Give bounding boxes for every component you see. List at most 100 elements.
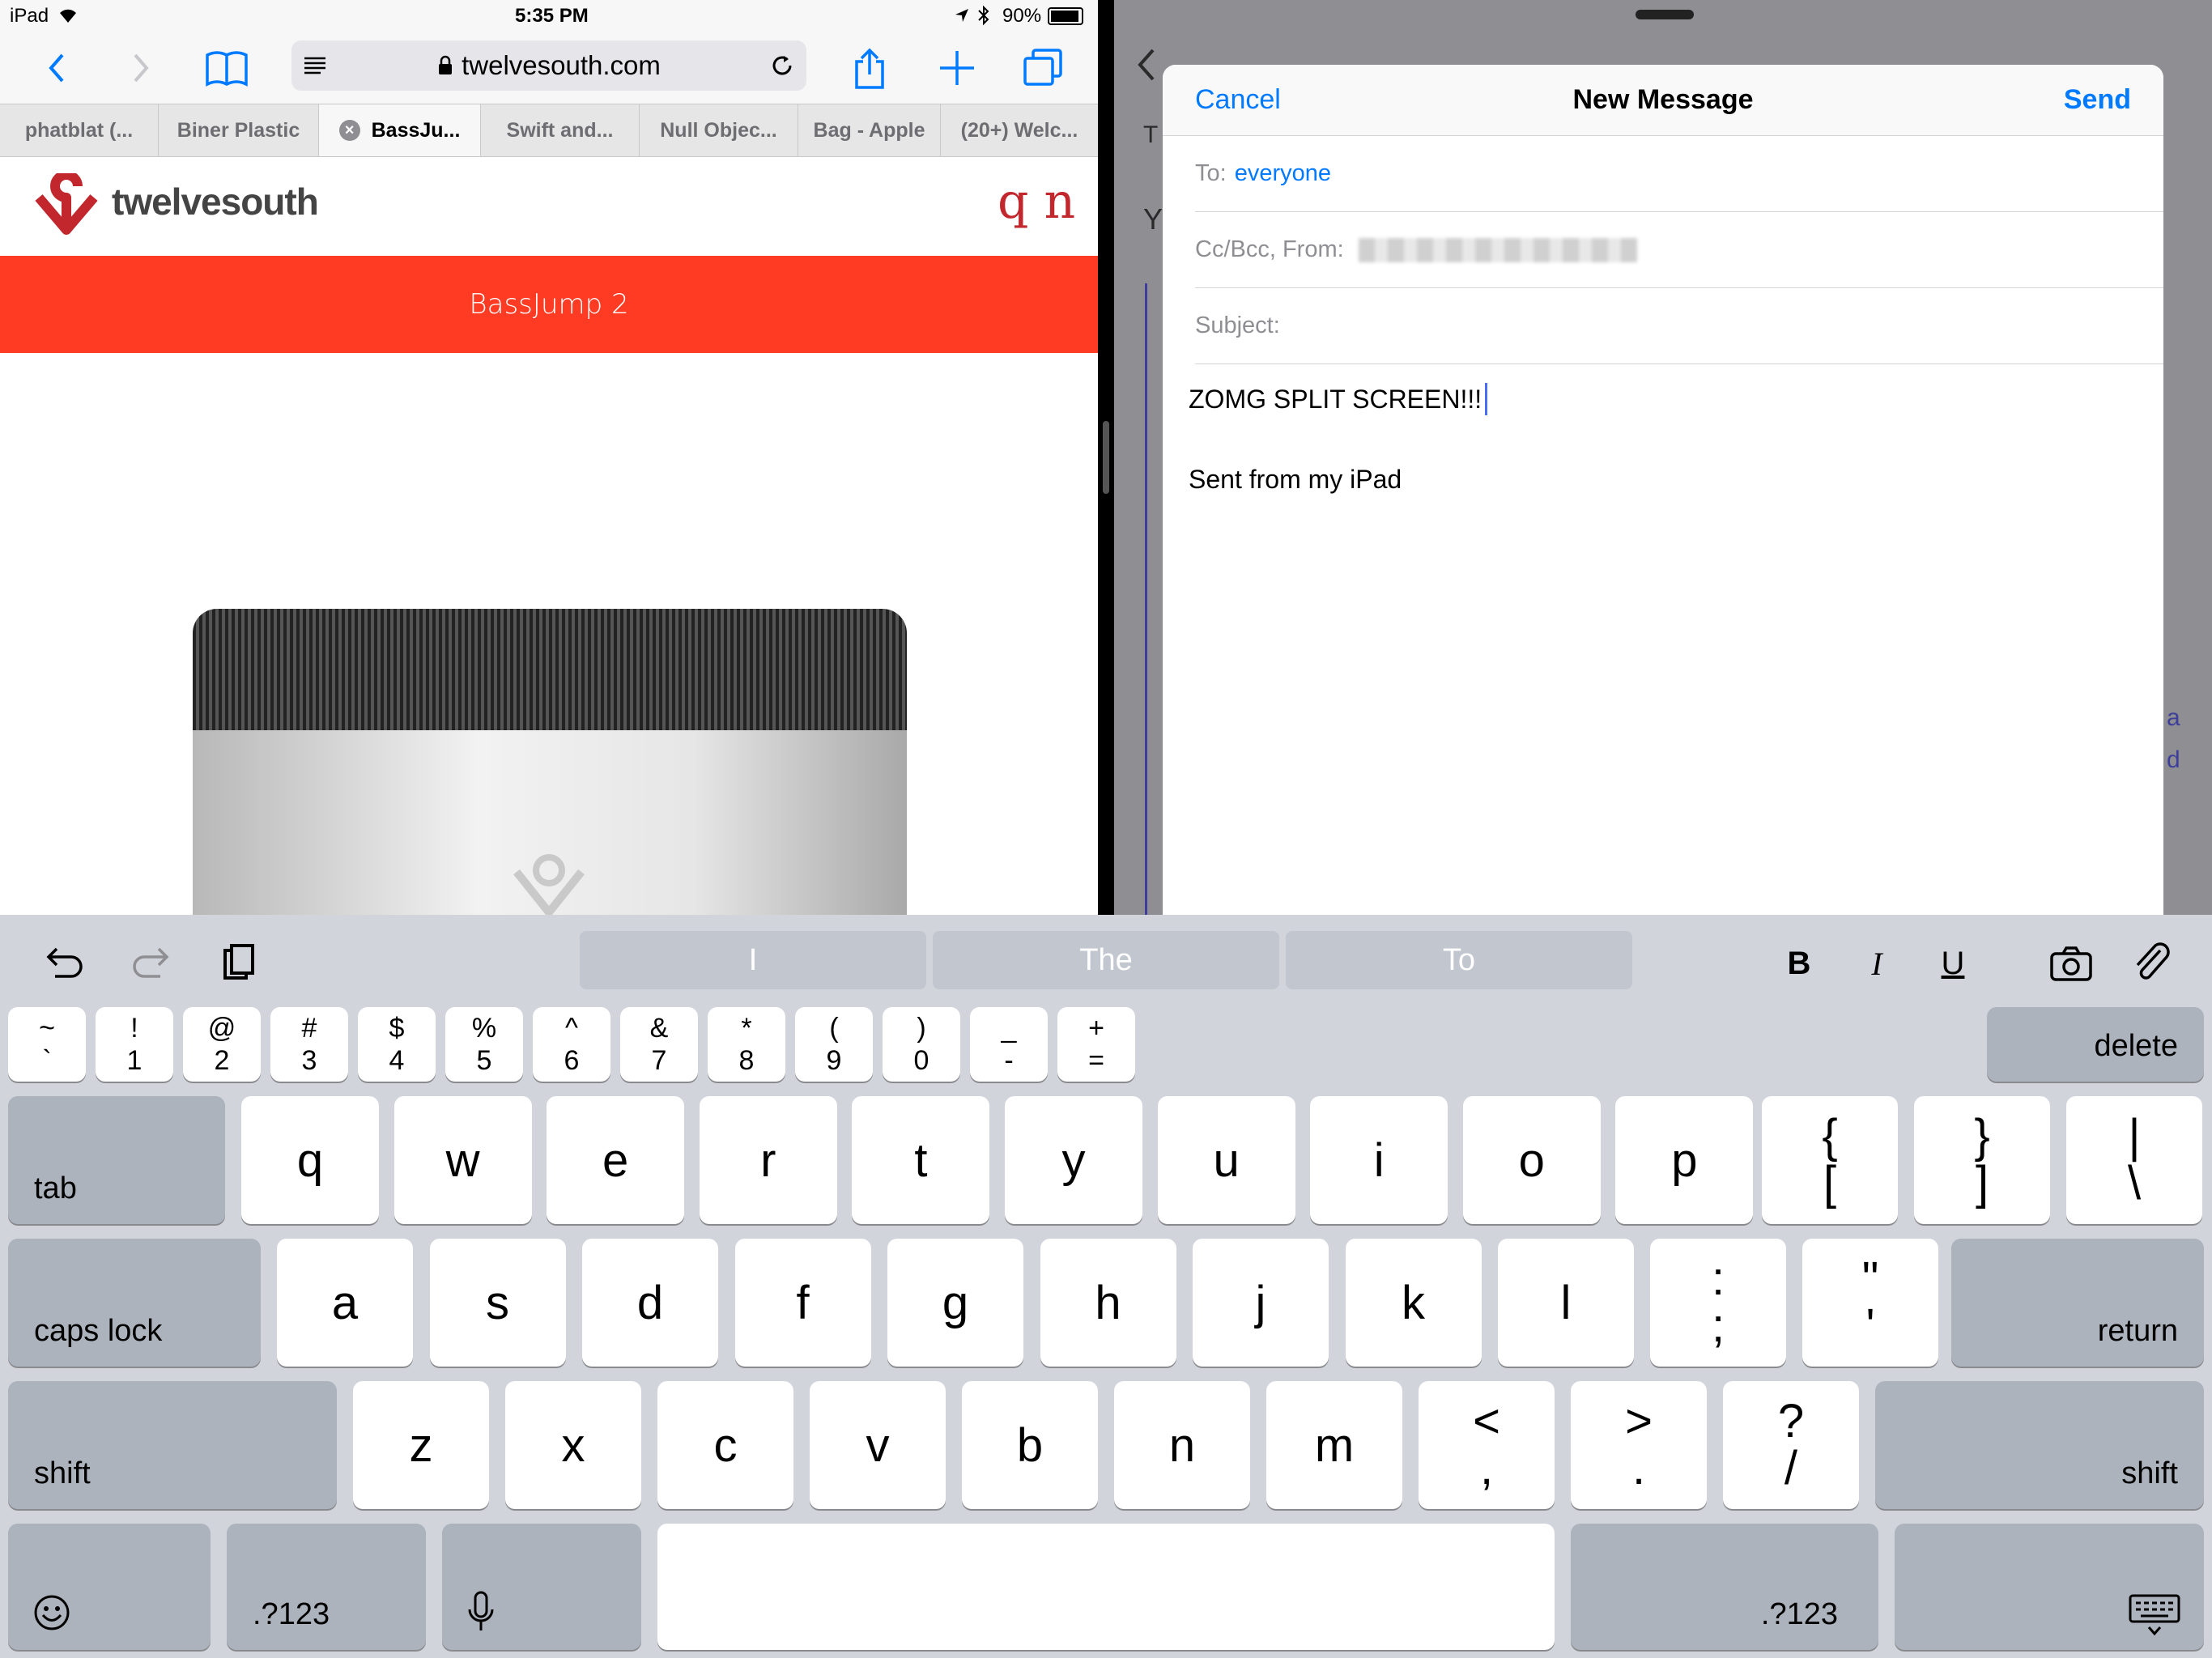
numbers-key-left[interactable]: .?123: [227, 1524, 426, 1650]
tab-key[interactable]: tab: [8, 1096, 225, 1224]
key-symbol[interactable]: {[: [1762, 1096, 1898, 1224]
tab-swift[interactable]: Swift and...: [481, 104, 640, 156]
key-symbol[interactable]: >.: [1571, 1381, 1707, 1509]
key-symbol[interactable]: ? /: [1723, 1381, 1859, 1509]
key-letter[interactable]: j: [1193, 1239, 1329, 1367]
forward-button[interactable]: [117, 44, 165, 92]
key-letter[interactable]: s: [429, 1239, 566, 1367]
back-button[interactable]: [32, 44, 81, 92]
space-key[interactable]: [657, 1524, 1555, 1650]
paste-icon[interactable]: [214, 939, 262, 988]
dictation-key[interactable]: [442, 1524, 641, 1650]
reload-icon[interactable]: [769, 53, 795, 79]
suggestion-1[interactable]: I: [580, 931, 926, 989]
close-tab-icon[interactable]: ×: [338, 120, 360, 141]
key-letter[interactable]: m: [1266, 1381, 1402, 1509]
key-letter[interactable]: a: [277, 1239, 413, 1367]
key-number[interactable]: #3: [270, 1007, 348, 1082]
key-symbol[interactable]: | \: [2066, 1096, 2202, 1224]
key-letter[interactable]: x: [505, 1381, 641, 1509]
tab-biner-plastic[interactable]: Biner Plastic: [159, 104, 319, 156]
key-symbol[interactable]: }]: [1914, 1096, 2050, 1224]
caps-lock-key[interactable]: caps lock: [8, 1239, 261, 1367]
key-number[interactable]: $4: [358, 1007, 436, 1082]
key-symbol[interactable]: " ': [1802, 1239, 1938, 1367]
url-bar[interactable]: twelvesouth.com: [291, 40, 806, 91]
send-button[interactable]: Send: [2064, 84, 2131, 116]
key-number[interactable]: @2: [183, 1007, 261, 1082]
emoji-key[interactable]: [8, 1524, 211, 1650]
tabs-overview-button[interactable]: [1019, 44, 1067, 92]
key-number[interactable]: % 5: [445, 1007, 523, 1082]
key-symbol[interactable]: <,: [1419, 1381, 1555, 1509]
key-letter[interactable]: z: [353, 1381, 489, 1509]
underline-button[interactable]: U: [1929, 939, 1977, 988]
tab-bassjump[interactable]: × BassJu...: [319, 104, 481, 156]
key-number[interactable]: & 7: [620, 1007, 698, 1082]
key-letter[interactable]: p: [1615, 1096, 1754, 1224]
key-letter[interactable]: l: [1498, 1239, 1634, 1367]
key-number[interactable]: * 8: [708, 1007, 785, 1082]
key-number[interactable]: ~ `: [8, 1007, 86, 1082]
key-letter[interactable]: y: [1005, 1096, 1142, 1224]
cc-bcc-from-field[interactable]: Cc/Bcc, From:: [1195, 212, 2163, 288]
key-shift-char: $: [389, 1013, 405, 1044]
key-number[interactable]: _ -: [970, 1007, 1048, 1082]
key-letter[interactable]: f: [734, 1239, 871, 1367]
from-address-blurred[interactable]: [1358, 237, 1637, 262]
key-letter[interactable]: n: [1114, 1381, 1250, 1509]
divider-handle[interactable]: [1103, 421, 1109, 494]
key-number[interactable]: ! 1: [96, 1007, 173, 1082]
twelvesouth-logo-icon[interactable]: [32, 173, 102, 238]
key-letter[interactable]: k: [1345, 1239, 1482, 1367]
key-letter[interactable]: e: [547, 1096, 685, 1224]
key-letter[interactable]: o: [1462, 1096, 1601, 1224]
tab-welcome[interactable]: (20+) Welc...: [941, 104, 1098, 156]
key-number[interactable]: (9: [795, 1007, 873, 1082]
key-letter[interactable]: g: [887, 1239, 1023, 1367]
share-button[interactable]: [845, 44, 894, 92]
redo-icon[interactable]: [126, 939, 175, 988]
numbers-key-right[interactable]: .?123: [1571, 1524, 1878, 1650]
to-field[interactable]: To: everyone: [1195, 136, 2163, 212]
key-number[interactable]: ) 0: [883, 1007, 960, 1082]
suggestion-2[interactable]: The: [933, 931, 1279, 989]
key-letter[interactable]: i: [1310, 1096, 1448, 1224]
camera-icon[interactable]: [2047, 939, 2095, 988]
key-letter[interactable]: b: [962, 1381, 1098, 1509]
key-letter[interactable]: w: [393, 1096, 532, 1224]
to-recipient[interactable]: everyone: [1235, 160, 1331, 187]
italic-button[interactable]: I: [1853, 939, 1901, 988]
tab-phatblat[interactable]: phatblat (...: [0, 104, 159, 156]
key-letter[interactable]: v: [810, 1381, 946, 1509]
message-body[interactable]: ZOMG SPLIT SCREEN!!! Sent from my iPad: [1189, 380, 2144, 915]
tab-null-object[interactable]: Null Objec...: [640, 104, 798, 156]
return-key[interactable]: return: [1951, 1239, 2204, 1367]
product-banner[interactable]: BassJump 2: [0, 256, 1098, 353]
key-letter[interactable]: h: [1040, 1239, 1176, 1367]
key-letter[interactable]: d: [582, 1239, 718, 1367]
shift-right-key[interactable]: shift: [1875, 1381, 2204, 1509]
header-menu-icons[interactable]: q n: [998, 173, 1075, 230]
bookmarks-button[interactable]: [202, 44, 251, 92]
delete-key[interactable]: delete: [1987, 1007, 2204, 1082]
key-symbol[interactable]: :;: [1650, 1239, 1786, 1367]
dismiss-keyboard-key[interactable]: [1895, 1524, 2204, 1650]
attachment-icon[interactable]: [2128, 939, 2176, 988]
key-label: caps lock: [34, 1314, 163, 1348]
new-tab-button[interactable]: [933, 44, 981, 92]
key-letter[interactable]: c: [657, 1381, 793, 1509]
bold-button[interactable]: B: [1775, 939, 1823, 988]
key-letter[interactable]: u: [1157, 1096, 1295, 1224]
suggestion-3[interactable]: To: [1286, 931, 1632, 989]
key-letter[interactable]: t: [852, 1096, 990, 1224]
key-letter[interactable]: q: [241, 1096, 379, 1224]
multitask-handle[interactable]: [1636, 10, 1694, 19]
key-number[interactable]: + =: [1057, 1007, 1135, 1082]
subject-field[interactable]: Subject:: [1195, 288, 2163, 364]
tab-bag-apple[interactable]: Bag - Apple: [798, 104, 941, 156]
shift-left-key[interactable]: shift: [8, 1381, 337, 1509]
undo-icon[interactable]: [40, 939, 89, 988]
key-letter[interactable]: r: [699, 1096, 837, 1224]
key-number[interactable]: ^ 6: [533, 1007, 610, 1082]
